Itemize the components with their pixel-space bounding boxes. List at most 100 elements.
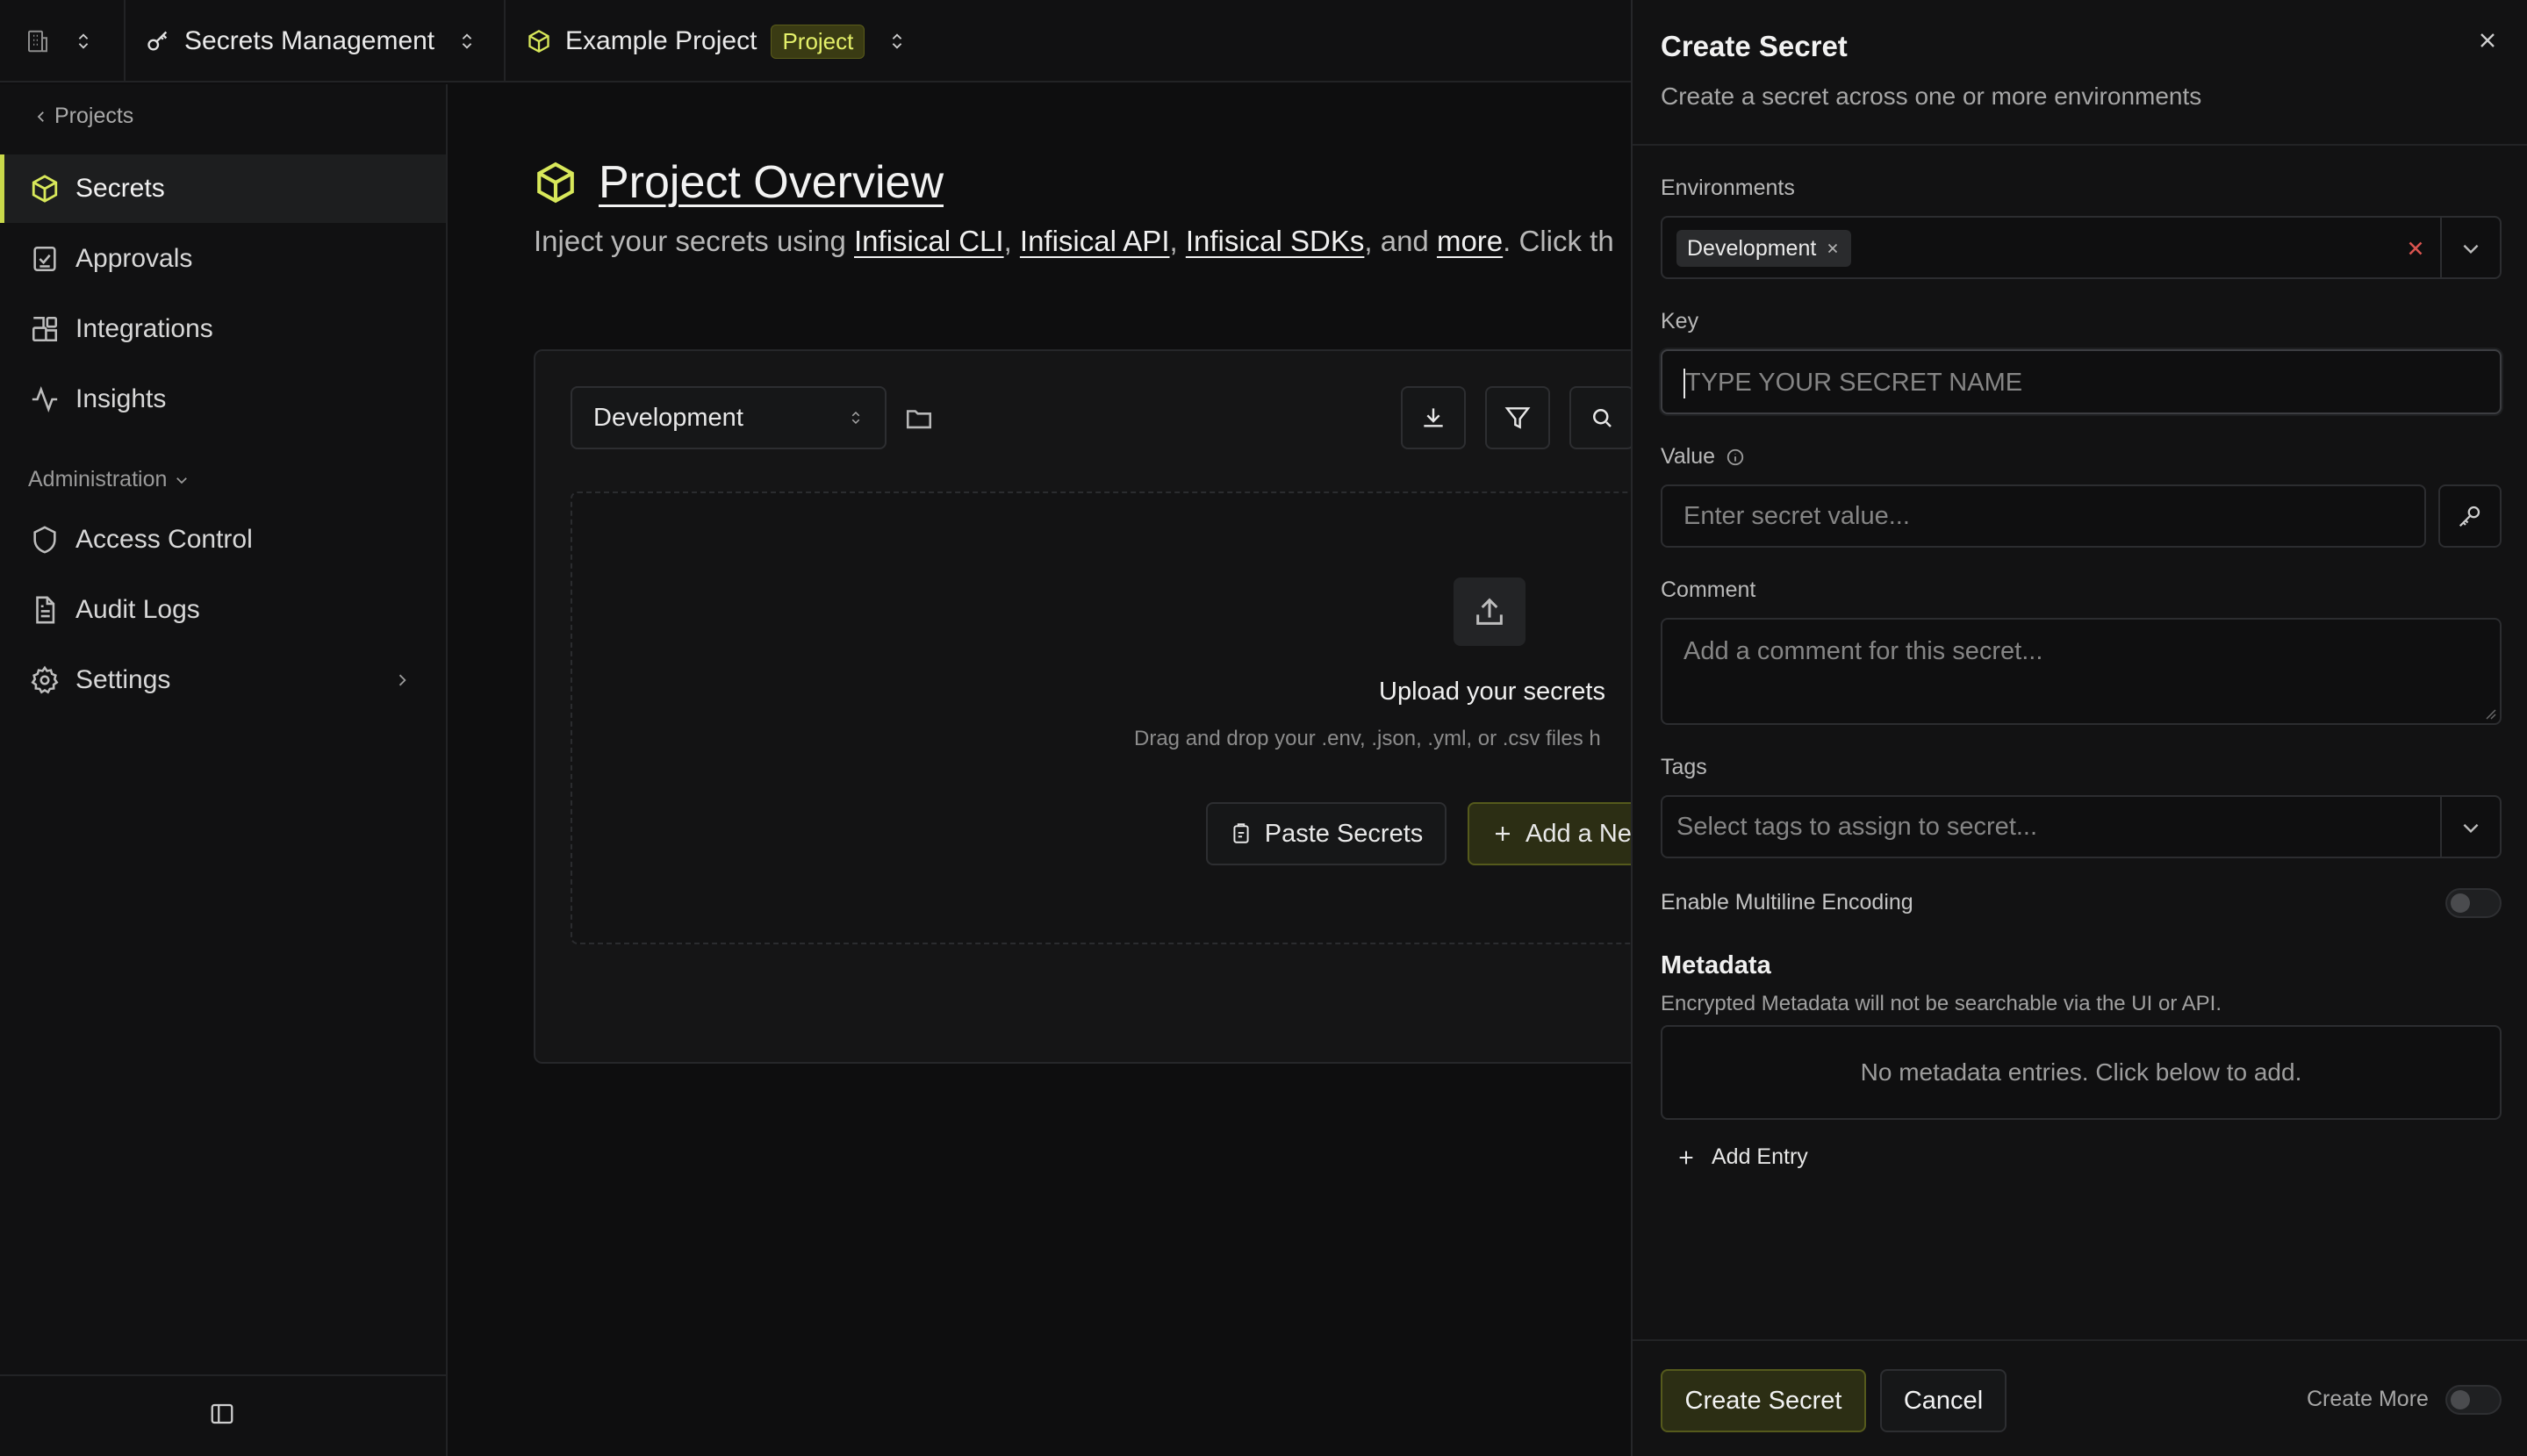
top-bar: Secrets Management Example Project Proje… — [0, 0, 1631, 82]
upload-title: Upload your secrets — [1379, 678, 1605, 706]
chevrons-updown-icon — [74, 28, 93, 54]
upload-dropzone[interactable]: Upload your secrets Drag and drop your .… — [571, 491, 1631, 944]
collapse-sidebar-button[interactable] — [209, 1401, 235, 1427]
create-secret-label: Create Secret — [1684, 1386, 1842, 1415]
environment-chip: Development — [1676, 230, 1852, 267]
back-label: Projects — [54, 104, 134, 128]
project-switcher[interactable]: Example Project Project — [527, 0, 907, 82]
search-button[interactable] — [1569, 386, 1631, 449]
tags-select[interactable]: Select tags to assign to secret... — [1661, 795, 2502, 858]
environment-chip-label: Development — [1687, 235, 1817, 261]
shield-icon — [30, 525, 60, 555]
upload-icon-box — [1454, 577, 1526, 646]
sidebar-item-label: Audit Logs — [75, 595, 200, 624]
environments-multiselect[interactable]: Development — [1661, 216, 2502, 279]
secrets-panel: Development Upload your secrets Drag and… — [534, 349, 1631, 1064]
environment-select[interactable]: Development — [571, 386, 887, 449]
info-icon[interactable] — [1726, 448, 1745, 467]
drawer-subtitle: Create a secret across one or more envir… — [1661, 82, 2202, 110]
tags-placeholder: Select tags to assign to secret... — [1676, 813, 2038, 841]
divider — [504, 0, 506, 82]
multiline-toggle[interactable] — [2445, 888, 2502, 918]
download-icon — [1419, 404, 1447, 432]
upload-icon — [1472, 594, 1507, 629]
upload-subtitle: Drag and drop your .env, .json, .yml, or… — [1134, 727, 1601, 750]
comment-label: Comment — [1661, 577, 1756, 602]
sidebar-item-access-control[interactable]: Access Control — [0, 506, 446, 574]
paste-secrets-button[interactable]: Paste Secrets — [1206, 802, 1447, 865]
divider — [1633, 144, 2527, 146]
divider — [1633, 1339, 2527, 1341]
folder-icon[interactable] — [904, 404, 934, 434]
sidebar-item-settings[interactable]: Settings — [0, 646, 446, 714]
add-entry-button[interactable]: Add Entry — [1676, 1144, 1808, 1170]
key-placeholder: TYPE YOUR SECRET NAME — [1685, 369, 2023, 397]
sidebar-item-secrets[interactable]: Secrets — [0, 154, 446, 223]
download-button[interactable] — [1401, 386, 1466, 449]
chevron-down-icon — [2459, 816, 2482, 839]
value-placeholder: Enter secret value... — [1683, 502, 1910, 530]
product-switcher[interactable]: Secrets Management — [146, 0, 477, 82]
key-input[interactable]: TYPE YOUR SECRET NAME — [1661, 349, 2502, 414]
cancel-label: Cancel — [1903, 1386, 1984, 1415]
divider — [2440, 797, 2442, 857]
clear-selection-icon[interactable] — [2404, 237, 2427, 260]
resize-handle-icon[interactable] — [2482, 706, 2496, 720]
sidebar-item-insights[interactable]: Insights — [0, 365, 446, 434]
add-new-secret-button[interactable]: Add a Ne — [1468, 802, 1631, 865]
generate-secret-button[interactable] — [2438, 484, 2502, 548]
check-square-icon — [30, 244, 60, 274]
link-infisical-api[interactable]: Infisical API — [1020, 225, 1170, 257]
metadata-title: Metadata — [1661, 951, 1771, 979]
link-infisical-sdks[interactable]: Infisical SDKs — [1186, 225, 1365, 257]
plus-icon — [1676, 1148, 1696, 1167]
description-text: . Click th — [1503, 225, 1614, 257]
link-more[interactable]: more — [1437, 225, 1503, 257]
back-to-projects-link[interactable]: Projects — [33, 104, 133, 129]
value-input[interactable]: Enter secret value... — [1661, 484, 2426, 548]
divider — [0, 1374, 446, 1376]
drawer-title: Create Secret — [1661, 30, 1848, 62]
create-more-toggle[interactable] — [2445, 1385, 2502, 1415]
sidebar-item-audit-logs[interactable]: Audit Logs — [0, 576, 446, 644]
description-text: , and — [1364, 225, 1437, 257]
comma: , — [1169, 225, 1186, 257]
divider — [124, 0, 126, 82]
administration-section-toggle[interactable]: Administration — [28, 467, 190, 492]
add-new-secret-label: Add a Ne — [1526, 819, 1631, 848]
value-label: Value — [1661, 444, 1716, 469]
sidebar-item-integrations[interactable]: Integrations — [0, 295, 446, 363]
sidebar-item-label: Secrets — [75, 174, 165, 203]
sidebar-panel-icon — [209, 1401, 235, 1427]
chevrons-updown-icon — [848, 406, 864, 429]
sidebar-item-label: Insights — [75, 384, 167, 413]
file-text-icon — [30, 595, 60, 625]
chip-remove-icon[interactable] — [1825, 240, 1841, 256]
create-more-label: Create More — [2307, 1387, 2429, 1411]
cancel-button[interactable]: Cancel — [1880, 1369, 2007, 1432]
org-switcher[interactable] — [25, 0, 93, 82]
key-icon — [146, 29, 170, 54]
blocks-icon — [30, 314, 60, 344]
multiline-label: Enable Multiline Encoding — [1661, 890, 1913, 914]
page-title[interactable]: Project Overview — [599, 156, 944, 209]
create-secret-drawer: Create Secret Create a secret across one… — [1631, 0, 2527, 1456]
product-name: Secrets Management — [184, 26, 435, 55]
comment-textarea[interactable]: Add a comment for this secret... — [1661, 618, 2502, 725]
sidebar: Projects Secrets Approvals Integrations … — [0, 84, 448, 1456]
environment-select-value: Development — [593, 403, 743, 432]
chevrons-updown-icon — [887, 28, 907, 54]
key-label: Key — [1661, 309, 1699, 334]
chevron-down-icon[interactable] — [2459, 237, 2482, 260]
link-infisical-cli[interactable]: Infisical CLI — [854, 225, 1004, 257]
filter-button[interactable] — [1485, 386, 1550, 449]
metadata-empty-text: No metadata entries. Click below to add. — [1860, 1058, 2302, 1086]
metadata-subtitle: Encrypted Metadata will not be searchabl… — [1661, 992, 2222, 1015]
sidebar-item-approvals[interactable]: Approvals — [0, 225, 446, 293]
description-text: Inject your secrets using — [534, 225, 854, 257]
chevron-down-icon — [174, 472, 190, 488]
close-icon[interactable] — [2475, 28, 2500, 53]
create-secret-button[interactable]: Create Secret — [1661, 1369, 1866, 1432]
sidebar-item-label: Settings — [75, 665, 171, 694]
paste-secrets-label: Paste Secrets — [1264, 819, 1424, 848]
